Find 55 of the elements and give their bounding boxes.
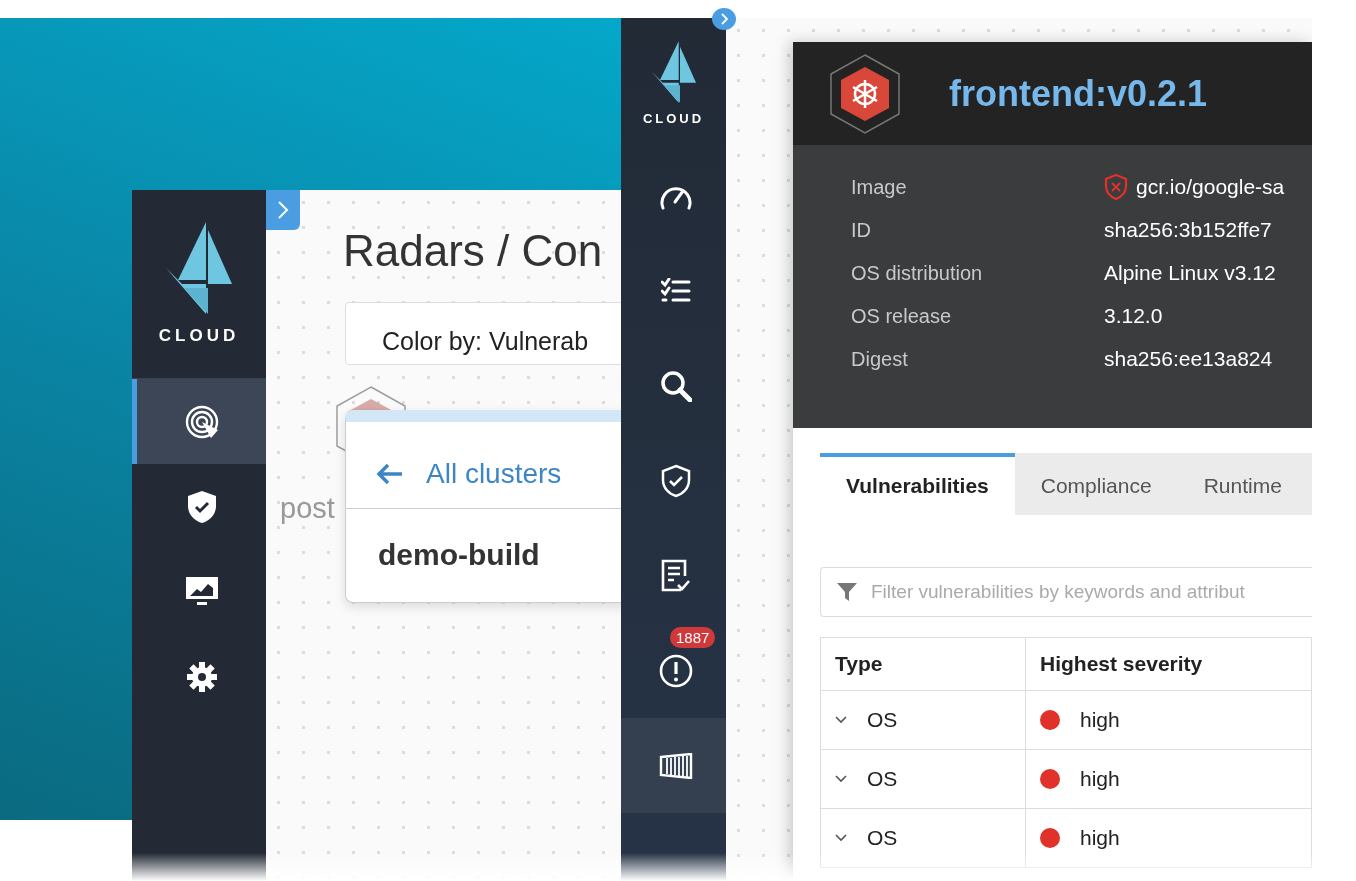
tab[interactable]: Compliance [1014, 453, 1178, 515]
search-icon [660, 369, 692, 402]
filter-icon [836, 581, 858, 603]
detail-value: 3.12.0 [1104, 304, 1163, 328]
chevron-right-icon [720, 13, 728, 25]
severity-text: high [1080, 826, 1120, 850]
expand-button[interactable] [266, 190, 300, 230]
type-text: OS [867, 708, 898, 732]
column-header: Type [820, 637, 1026, 691]
logo-icon [166, 222, 232, 314]
chart-monitor-icon [185, 576, 218, 607]
column-header: Highest severity [1025, 637, 1312, 691]
nav-item[interactable] [621, 718, 726, 813]
detail-label: OS release [851, 304, 953, 328]
detail-label: OS distribution [851, 261, 984, 285]
detail-label: Digest [851, 347, 909, 371]
page-title: Radars / Con [343, 226, 603, 276]
severity-text: high [1080, 708, 1120, 732]
filter-field[interactable]: Filter vulnerabilities by keywords and attribut [820, 567, 1312, 617]
detail-value: sha256:3b152ffe7 [1104, 218, 1272, 242]
nav-item[interactable]: 1887 [621, 623, 726, 718]
shield-check-icon [186, 489, 217, 524]
chevron-down-icon[interactable] [835, 834, 847, 842]
settings-icon [186, 661, 217, 692]
chevron-right-icon [277, 200, 289, 220]
collapse-toggle-button[interactable] [712, 8, 736, 30]
detail-label: Image [851, 175, 908, 199]
count-badge: 1887 [670, 627, 716, 648]
detail-value: gcr.io/google-sa [1136, 175, 1285, 199]
arrow-left-icon [376, 463, 404, 485]
detail-value: Alpine Linux v3.12 [1104, 261, 1276, 285]
logo-icon [651, 40, 696, 103]
checklist-icon [661, 277, 691, 304]
type-text: OS [867, 767, 898, 791]
tab[interactable]: Runtime [1177, 453, 1308, 515]
radar-icon [184, 404, 219, 439]
cluster-name: demo-build [378, 538, 540, 572]
node-label: post [280, 492, 335, 525]
type-text: OS [867, 826, 898, 850]
logo-text: CLOUD [642, 110, 705, 126]
detail-label: ID [851, 218, 872, 242]
chevron-down-icon[interactable] [835, 775, 847, 783]
tab[interactable]: Vulnerabilities [820, 453, 1015, 515]
alert-icon [659, 653, 693, 688]
detail-value: sha256:ee13a824 [1104, 347, 1273, 371]
image-title: frontend:v0.2.1 [949, 72, 1208, 115]
severity-text: high [1080, 767, 1120, 791]
shield-check-icon [661, 463, 691, 498]
report-check-icon [661, 558, 691, 593]
chevron-down-icon[interactable] [835, 716, 847, 724]
nav-item[interactable] [132, 379, 266, 464]
container-icon [659, 752, 693, 779]
all-clusters-link[interactable]: All clusters [376, 458, 562, 490]
logo-text: CLOUD [158, 326, 240, 346]
color-by-dropdown[interactable]: Color by: Vulnerab [345, 302, 621, 365]
